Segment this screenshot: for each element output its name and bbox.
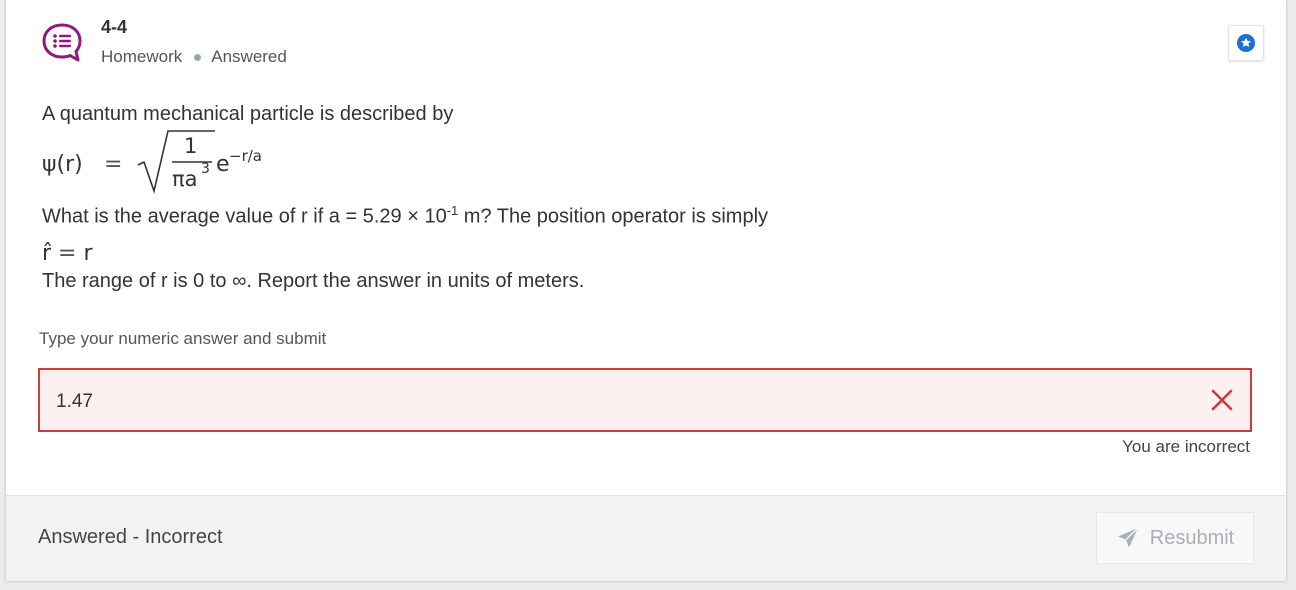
question-type: Homework xyxy=(101,47,183,66)
question-line-2-exponent: -1 xyxy=(446,203,459,218)
question-line-2: What is the average value of r if a = 5.… xyxy=(42,203,768,229)
question-intro: A quantum mechanical particle is describ… xyxy=(42,103,454,125)
separator-dot xyxy=(194,53,202,61)
paper-plane-icon xyxy=(1117,527,1139,548)
operator-equals: = xyxy=(58,241,77,266)
question-status: Answered xyxy=(211,47,287,66)
card-footer: Answered - Incorrect Resubmit xyxy=(6,495,1286,581)
answer-prompt: Type your numeric answer and submit xyxy=(39,329,327,348)
incorrect-x-icon xyxy=(1211,389,1233,411)
star-badge-icon xyxy=(1237,34,1255,52)
question-list-icon xyxy=(40,20,84,64)
formula-lhs: ψ(r) xyxy=(42,152,83,177)
question-meta: Homework Answered xyxy=(101,47,287,67)
formula-denominator: πa xyxy=(172,167,198,191)
question-line-2-end: m? The position operator is simply xyxy=(458,205,769,228)
answer-input[interactable]: 1.47 xyxy=(38,368,1252,432)
question-line-2-start: What is the average value of r if a = 5.… xyxy=(42,205,447,228)
wavefunction-formula: ψ(r) = 1 πa 3 e −r/a xyxy=(42,129,442,195)
resubmit-button[interactable]: Resubmit xyxy=(1096,512,1254,564)
formula-exp-power: −r/a xyxy=(229,147,262,165)
answer-value: 1.47 xyxy=(56,391,93,412)
operator-lhs: r̂ xyxy=(42,241,52,266)
formula-exp-base: e xyxy=(216,152,230,177)
operator-rhs: r xyxy=(83,241,93,266)
formula-denominator-exponent: 3 xyxy=(201,161,210,177)
formula-numerator: 1 xyxy=(184,134,198,158)
resubmit-label: Resubmit xyxy=(1149,526,1235,549)
bookmark-button[interactable] xyxy=(1228,25,1264,61)
feedback-text: You are incorrect xyxy=(1122,437,1250,456)
question-line-4: The range of r is 0 to ∞. Report the ans… xyxy=(42,270,585,292)
question-title: 4-4 xyxy=(101,17,128,37)
position-operator: r̂ = r xyxy=(42,241,93,266)
answer-status: Answered - Incorrect xyxy=(38,526,223,548)
question-card: 4-4 Homework Answered A quantum mechanic… xyxy=(6,0,1286,581)
formula-equals: = xyxy=(104,152,123,177)
